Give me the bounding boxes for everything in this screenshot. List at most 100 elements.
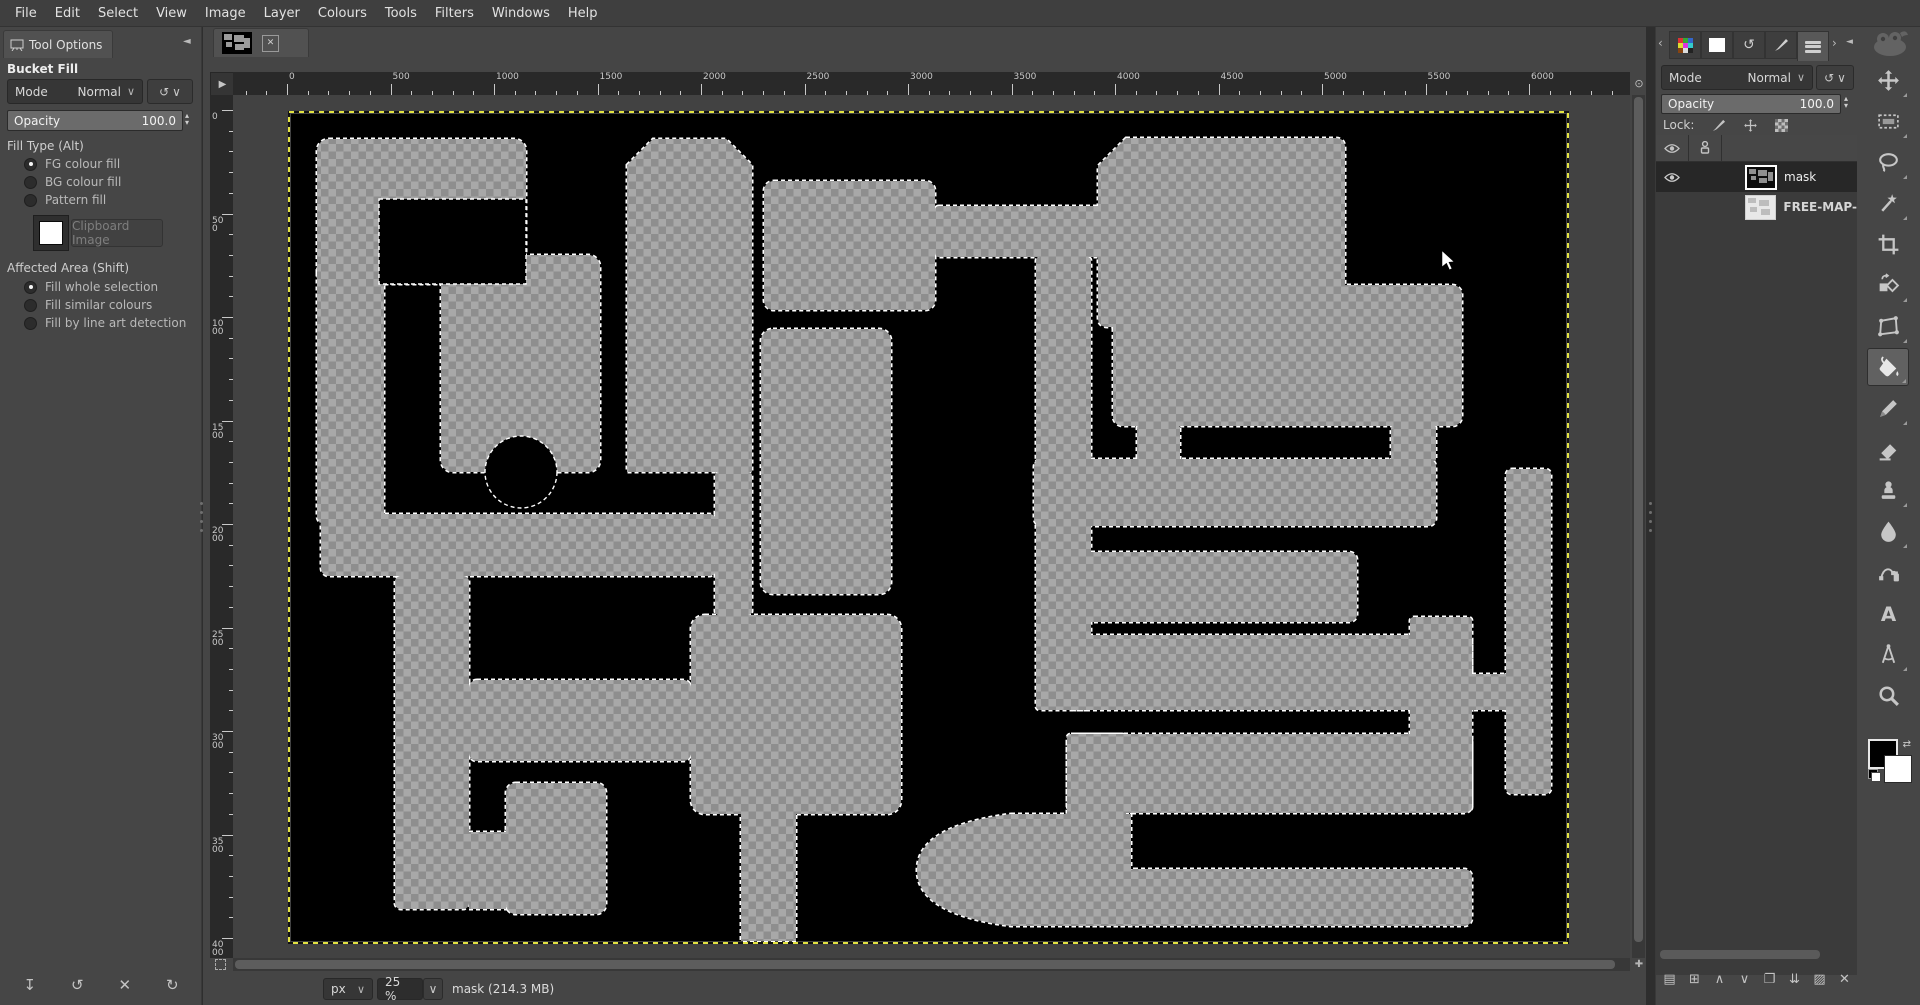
fill-type-option[interactable]: FG colour fill (24, 155, 121, 173)
menu-image[interactable]: Image (196, 2, 255, 25)
ruler-corner-button[interactable]: ▶ (210, 72, 235, 97)
tab-scroll-left-icon[interactable]: ‹ (1658, 36, 1663, 50)
delete-preset-button[interactable]: ✕ (110, 973, 140, 997)
menu-view[interactable]: View (147, 2, 196, 25)
clipboard-image-button[interactable]: Clipboard Image (71, 219, 163, 247)
crop-tool[interactable] (1867, 225, 1909, 263)
close-image-icon[interactable]: ✕ (262, 35, 279, 52)
layer-opacity-slider[interactable]: Opacity 100.0 (1661, 94, 1841, 114)
zoom-tool[interactable] (1867, 676, 1909, 714)
radio-icon[interactable] (24, 176, 37, 189)
radio-icon[interactable] (24, 317, 37, 330)
duplicate-layer-button[interactable]: ❐ (1758, 968, 1781, 991)
layers-scrollbar[interactable] (1660, 950, 1820, 959)
affected-area-option[interactable]: Fill by line art detection (24, 314, 186, 332)
handle-transform-tool[interactable] (1867, 307, 1909, 345)
transform-tool[interactable] (1867, 266, 1909, 304)
lock-pixels-icon[interactable] (1711, 118, 1726, 133)
fg-bg-color-widget[interactable]: ⇄ (1868, 739, 1912, 783)
swap-colors-icon[interactable]: ⇄ (1903, 739, 1911, 750)
menu-windows[interactable]: Windows (483, 2, 559, 25)
right-dock-resize-handle[interactable] (1648, 502, 1653, 532)
restore-preset-button[interactable]: ↺ (62, 973, 92, 997)
paths-tool[interactable] (1867, 553, 1909, 591)
image-canvas[interactable] (287, 110, 1570, 949)
navigate-image-button[interactable]: ✚ (1632, 958, 1646, 971)
pencil-tool[interactable] (1867, 389, 1909, 427)
menu-edit[interactable]: Edit (46, 2, 89, 25)
layer-row-mask[interactable]: mask (1656, 162, 1857, 192)
palette-tab[interactable] (1669, 31, 1701, 59)
layer-mode-switch-button[interactable]: ↺∨ (1816, 65, 1854, 90)
layer-opacity-spinner[interactable]: ▴▾ (1844, 95, 1848, 109)
clone-tool[interactable] (1867, 471, 1909, 509)
visibility-column-icon[interactable] (1656, 135, 1689, 161)
tab-scroll-right-icon[interactable]: › (1832, 36, 1837, 50)
delete-layer-button[interactable]: ✕ (1833, 968, 1856, 991)
measure-tool[interactable] (1867, 635, 1909, 673)
link-column-icon[interactable] (1689, 135, 1722, 161)
zoom-follow-window-icon[interactable]: ⊙ (1632, 73, 1646, 93)
layer-mode-select[interactable]: Mode Normal∨ (1661, 65, 1813, 90)
dock-menu-icon[interactable]: ◄ (183, 36, 191, 47)
vertical-ruler[interactable]: 05001000150020002500300035004000 (210, 95, 233, 958)
menu-file[interactable]: File (6, 2, 46, 25)
opacity-slider[interactable]: Opacity 100.0 (7, 110, 183, 131)
menu-filters[interactable]: Filters (426, 2, 483, 25)
text-tool[interactable]: A (1867, 594, 1909, 632)
fg-pattern-swatch[interactable] (33, 215, 69, 251)
image-tab[interactable]: ✕ (213, 28, 309, 57)
fill-type-option[interactable]: BG colour fill (24, 173, 121, 191)
radio-icon[interactable] (24, 299, 37, 312)
tool-options-tab[interactable]: Tool Options (3, 30, 113, 58)
paint-mode-select[interactable]: Mode Normal∨ (7, 79, 143, 104)
zoom-dropdown-button[interactable]: ∨ (423, 978, 443, 1000)
rectangle-select-tool[interactable] (1867, 102, 1909, 140)
dungeon-map-image[interactable] (287, 110, 1570, 945)
fuzzy-select-tool[interactable] (1867, 184, 1909, 222)
smudge-tool[interactable] (1867, 512, 1909, 550)
canvas-viewport[interactable] (233, 95, 1630, 958)
new-layer-button[interactable]: ▤ (1658, 968, 1681, 991)
layer-mask-button[interactable]: ▨ (1808, 968, 1831, 991)
menu-select[interactable]: Select (89, 2, 147, 25)
layer-row-FREE-MAP-[interactable]: FREE-MAP- (1656, 192, 1857, 222)
horizontal-ruler[interactable]: 0500100015002000250030003500400045005000… (233, 72, 1630, 95)
new-layer-group-button[interactable]: ⊞ (1683, 968, 1706, 991)
menu-tools[interactable]: Tools (376, 2, 426, 25)
affected-area-option[interactable]: Fill whole selection (24, 278, 186, 296)
vertical-scrollbar[interactable] (1632, 95, 1645, 958)
horizontal-scrollbar[interactable] (233, 958, 1630, 971)
opacity-spinner[interactable]: ▴▾ (185, 112, 189, 126)
default-colors-icon[interactable] (1868, 769, 1881, 782)
lock-alpha-icon[interactable] (1775, 119, 1788, 132)
quickmask-toggle[interactable] (210, 958, 231, 971)
visibility-eye-icon[interactable] (1664, 172, 1680, 183)
raise-layer-button[interactable]: ∧ (1708, 968, 1731, 991)
zoom-input[interactable]: 25 % (377, 978, 423, 1000)
paintbrush-tab[interactable] (1765, 31, 1797, 59)
lower-layer-button[interactable]: ∨ (1733, 968, 1756, 991)
layers-tab[interactable] (1797, 31, 1829, 61)
background-color-swatch[interactable] (1884, 755, 1912, 783)
bucket-fill-tool[interactable] (1867, 348, 1909, 386)
pattern-tab[interactable] (1701, 31, 1733, 59)
radio-icon[interactable] (24, 158, 37, 171)
reset-tool-button[interactable]: ↻ (157, 973, 187, 997)
menu-layer[interactable]: Layer (255, 2, 309, 25)
eraser-tool[interactable] (1867, 430, 1909, 468)
fill-type-option[interactable]: Pattern fill (24, 191, 121, 209)
mode-switch-button[interactable]: ↺∨ (147, 79, 193, 104)
unit-select[interactable]: px∨ (323, 978, 373, 1000)
dock-menu-icon[interactable]: ◄ (1846, 37, 1853, 47)
save-preset-button[interactable]: ↧ (15, 973, 45, 997)
radio-icon[interactable] (24, 281, 37, 294)
menu-help[interactable]: Help (559, 2, 607, 25)
radio-icon[interactable] (24, 194, 37, 207)
lock-position-icon[interactable] (1743, 118, 1758, 133)
undo-history-tab[interactable]: ↺ (1733, 31, 1765, 59)
free-select-tool[interactable] (1867, 143, 1909, 181)
merge-layer-button[interactable]: ⇊ (1783, 968, 1806, 991)
move-tool[interactable] (1867, 61, 1909, 99)
menu-colours[interactable]: Colours (309, 2, 376, 25)
